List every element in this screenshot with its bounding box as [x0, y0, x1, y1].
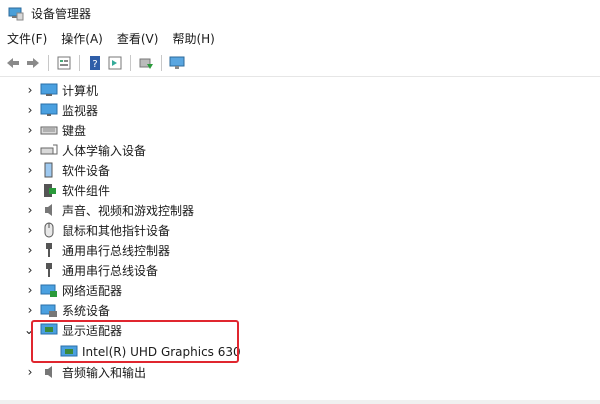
update-driver-button[interactable] — [136, 53, 156, 73]
help-icon: ? — [90, 56, 100, 70]
tree-item-label: 人体学输入设备 — [62, 143, 147, 158]
expand-chevron-icon[interactable]: › — [25, 283, 35, 297]
toolbar-separator — [130, 55, 131, 71]
usb-icon — [46, 243, 52, 257]
expand-chevron-icon[interactable]: › — [25, 163, 35, 177]
expand-chevron-icon[interactable]: › — [25, 365, 35, 379]
tree-item-usb-controllers[interactable]: › 通用串行总线控制器 — [0, 240, 600, 260]
tree-item-label: 计算机 — [62, 83, 99, 98]
expand-chevron-icon[interactable]: › — [25, 223, 35, 237]
toolbar: ? — [0, 50, 600, 77]
driver-details-button[interactable] — [105, 53, 125, 73]
horizontal-scrollbar[interactable] — [0, 400, 600, 404]
menu-file[interactable]: 文件(F) — [0, 29, 54, 49]
tree-item-label: 网络适配器 — [62, 283, 123, 298]
menu-action[interactable]: 操作(A) — [54, 29, 110, 49]
properties-button[interactable] — [54, 53, 74, 73]
tree-item-sound-video[interactable]: › 声音、视频和游戏控制器 — [0, 200, 600, 220]
tree-item-label: 键盘 — [62, 123, 87, 138]
svg-text:?: ? — [92, 59, 97, 70]
device-manager-icon — [8, 7, 24, 21]
tree-item-label: 音频输入和输出 — [62, 365, 147, 380]
tree-item-computer[interactable]: › 计算机 — [0, 80, 600, 100]
expand-chevron-icon[interactable]: › — [25, 263, 35, 277]
scan-hardware-icon — [169, 56, 185, 69]
software-component-icon — [44, 184, 56, 197]
title-bar: 设备管理器 — [0, 0, 600, 26]
system-icon — [40, 304, 57, 317]
tree-item-label: 鼠标和其他指针设备 — [62, 223, 171, 238]
tree-item-mice[interactable]: › 鼠标和其他指针设备 — [0, 220, 600, 240]
hid-icon — [40, 144, 58, 155]
scan-hardware-button[interactable] — [167, 53, 187, 73]
properties-icon — [57, 56, 71, 70]
tree-item-label: 监视器 — [62, 103, 99, 118]
menu-help[interactable]: 帮助(H) — [165, 29, 221, 49]
expand-chevron-icon[interactable]: › — [25, 243, 35, 257]
update-driver-icon — [139, 58, 153, 69]
audio-io-icon — [45, 366, 52, 378]
expand-chevron-icon[interactable]: › — [25, 103, 35, 117]
network-icon — [40, 284, 57, 297]
back-button[interactable] — [3, 53, 23, 73]
help-button[interactable]: ? — [85, 53, 105, 73]
expand-chevron-icon[interactable]: › — [25, 83, 35, 97]
mouse-icon — [44, 222, 54, 238]
toolbar-separator — [79, 55, 80, 71]
driver-details-icon — [108, 56, 122, 70]
speaker-icon — [45, 204, 52, 216]
tree-item-label: 软件组件 — [62, 183, 111, 198]
tree-item-keyboards[interactable]: › 键盘 — [0, 120, 600, 140]
tree-item-system-devices[interactable]: › 系统设备 — [0, 300, 600, 320]
tree-item-usb-devices[interactable]: › 通用串行总线设备 — [0, 260, 600, 280]
forward-button[interactable] — [23, 53, 43, 73]
toolbar-separator — [48, 55, 49, 71]
toolbar-separator — [161, 55, 162, 71]
software-device-icon — [44, 162, 53, 178]
back-icon — [7, 58, 19, 68]
tree-item-hid[interactable]: › 人体学输入设备 — [0, 140, 600, 160]
expand-chevron-icon[interactable]: › — [25, 123, 35, 137]
tree-item-software-devices[interactable]: › 软件设备 — [0, 160, 600, 180]
expand-chevron-icon[interactable]: › — [25, 303, 35, 317]
expand-chevron-icon[interactable]: › — [25, 183, 35, 197]
expand-chevron-icon[interactable]: › — [25, 203, 35, 217]
monitor-icon — [40, 103, 58, 116]
window-title: 设备管理器 — [31, 6, 92, 21]
tree-item-audio-io[interactable]: › 音频输入和输出 — [0, 362, 600, 382]
tree-item-label: 软件设备 — [62, 163, 111, 178]
tree-item-monitors[interactable]: › 监视器 — [0, 100, 600, 120]
tree-item-label: 通用串行总线设备 — [62, 263, 159, 278]
computer-icon — [40, 83, 58, 96]
usb-icon — [46, 263, 52, 277]
tree-item-label: 通用串行总线控制器 — [62, 243, 171, 258]
menu-bar: 文件(F) 操作(A) 查看(V) 帮助(H) — [0, 28, 600, 50]
tree-item-label: 声音、视频和游戏控制器 — [62, 203, 195, 218]
tree-item-label: 系统设备 — [62, 303, 111, 318]
tree-item-software-components[interactable]: › 软件组件 — [0, 180, 600, 200]
menu-view[interactable]: 查看(V) — [110, 29, 166, 49]
highlight-box — [31, 320, 239, 363]
forward-icon — [27, 58, 39, 68]
tree-item-network-adapters[interactable]: › 网络适配器 — [0, 280, 600, 300]
keyboard-icon — [40, 126, 58, 135]
expand-chevron-icon[interactable]: › — [25, 143, 35, 157]
